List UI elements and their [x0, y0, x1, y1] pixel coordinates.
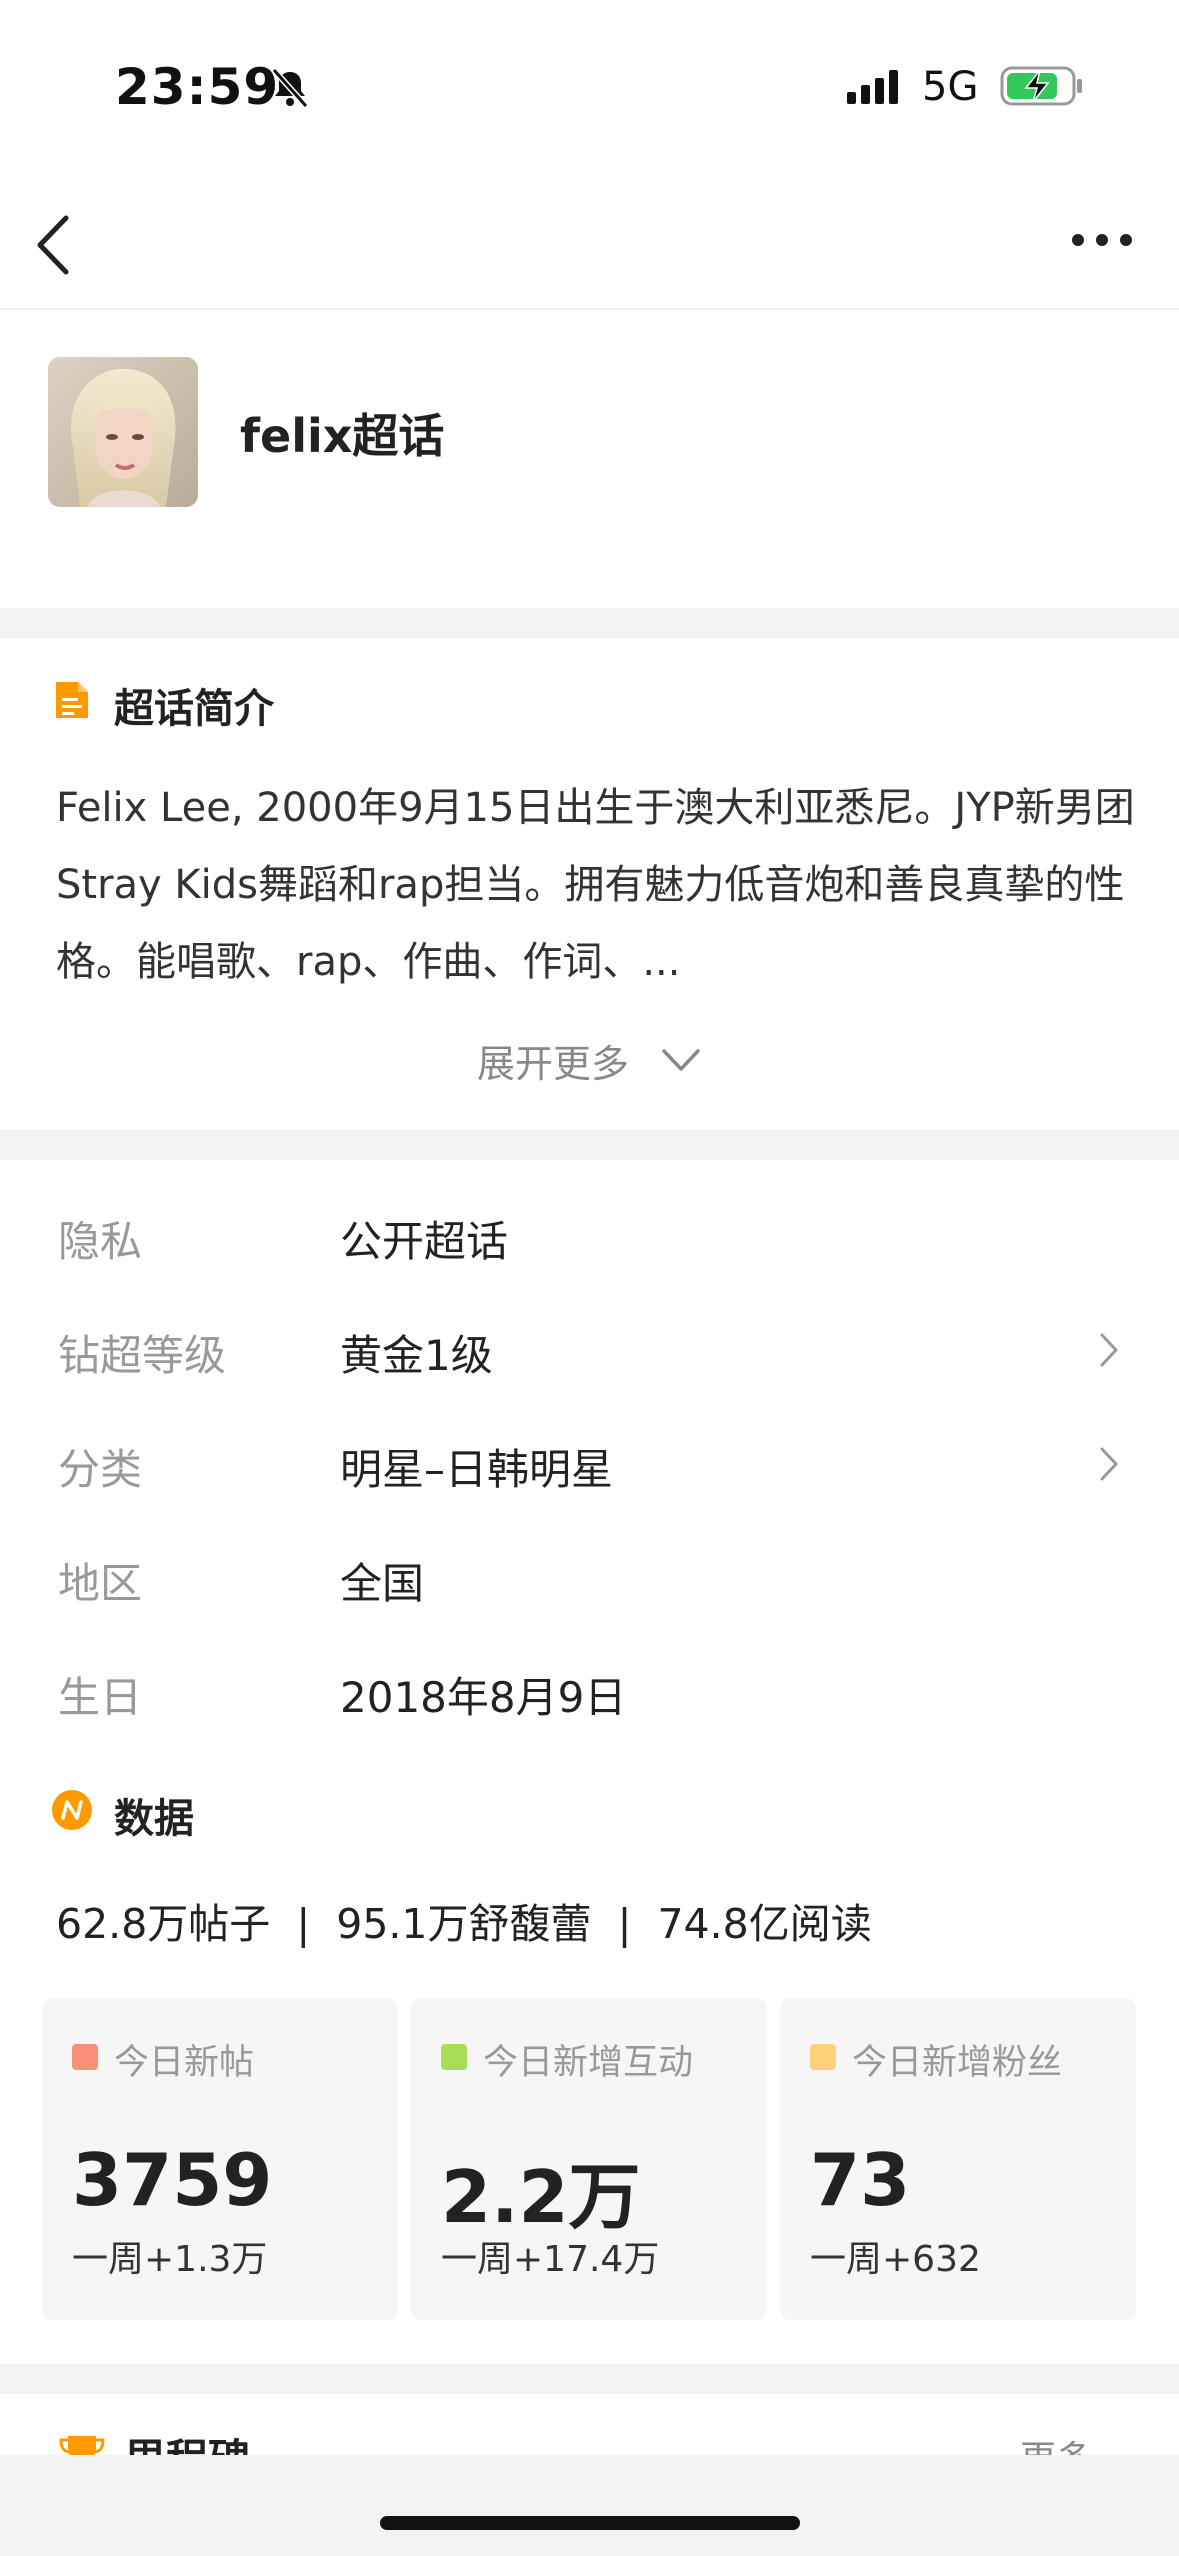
privacy-value: 公开超话 — [340, 1217, 509, 1266]
network-type: 5G — [922, 64, 979, 110]
nav-divider — [0, 308, 1179, 310]
card-value: 73 — [810, 2138, 911, 2222]
document-icon — [56, 682, 88, 718]
card-value: 2.2万 — [441, 2155, 641, 2239]
region-value: 全国 — [340, 1559, 425, 1608]
data-heading: 数据 — [114, 1796, 194, 1842]
level-label: 钻超等级 — [58, 1331, 227, 1380]
section-gap — [0, 608, 1179, 638]
stat-card-fans[interactable]: 今日新增粉丝 73 一周+632 — [780, 1998, 1136, 2320]
intro-heading: 超话简介 — [114, 686, 274, 732]
section-gap — [0, 2364, 1179, 2394]
chevron-right-icon[interactable] — [1098, 1331, 1120, 1369]
stat-card-interactions[interactable]: 今日新增互动 2.2万 一周+17.4万 — [411, 1998, 767, 2320]
region-label: 地区 — [58, 1559, 143, 1608]
chevron-right-icon[interactable] — [1098, 1445, 1120, 1483]
card-label: 今日新帖 — [114, 2043, 255, 2083]
more-icon[interactable] — [1070, 225, 1134, 255]
expand-more-button[interactable]: 展开更多 — [477, 1033, 629, 1088]
back-icon[interactable] — [30, 210, 80, 280]
card-label: 今日新增互动 — [483, 2043, 694, 2083]
card-week: 一周+17.4万 — [441, 2239, 660, 2280]
level-value[interactable]: 黄金1级 — [340, 1322, 493, 1383]
section-gap — [0, 1130, 1179, 1160]
category-label: 分类 — [58, 1445, 143, 1494]
topic-avatar[interactable] — [48, 357, 198, 507]
stats-summary: 62.8万帖子 | 95.1万舒馥蕾 | 74.8亿阅读 — [56, 1900, 872, 1948]
legend-square — [810, 2044, 836, 2070]
intro-text: Felix Lee, 2000年9月15日出生于澳大利亚悉尼。JYP新男团Str… — [56, 785, 1135, 985]
card-value: 3759 — [72, 2138, 273, 2222]
chevron-down-icon[interactable] — [660, 1045, 702, 1075]
topic-title: felix超话 — [240, 409, 445, 463]
birthday-value: 2018年8月9日 — [340, 1673, 627, 1722]
data-icon — [52, 1790, 92, 1830]
home-indicator[interactable] — [380, 2516, 800, 2530]
category-value[interactable]: 明星–日韩明星 — [340, 1436, 613, 1497]
birthday-label: 生日 — [58, 1673, 143, 1722]
privacy-label: 隐私 — [58, 1217, 143, 1266]
card-week: 一周+632 — [810, 2239, 981, 2280]
legend-square — [441, 2044, 467, 2070]
battery-charging-icon — [1000, 66, 1082, 106]
card-label: 今日新增粉丝 — [852, 2043, 1063, 2083]
signal-icon — [847, 70, 898, 104]
mute-bell-icon — [271, 68, 309, 108]
card-week: 一周+1.3万 — [72, 2239, 268, 2280]
legend-square — [72, 2044, 98, 2070]
bottom-bar — [0, 2455, 1179, 2556]
status-time: 23:59 — [115, 58, 280, 116]
stat-card-new-posts[interactable]: 今日新帖 3759 一周+1.3万 — [42, 1998, 398, 2320]
